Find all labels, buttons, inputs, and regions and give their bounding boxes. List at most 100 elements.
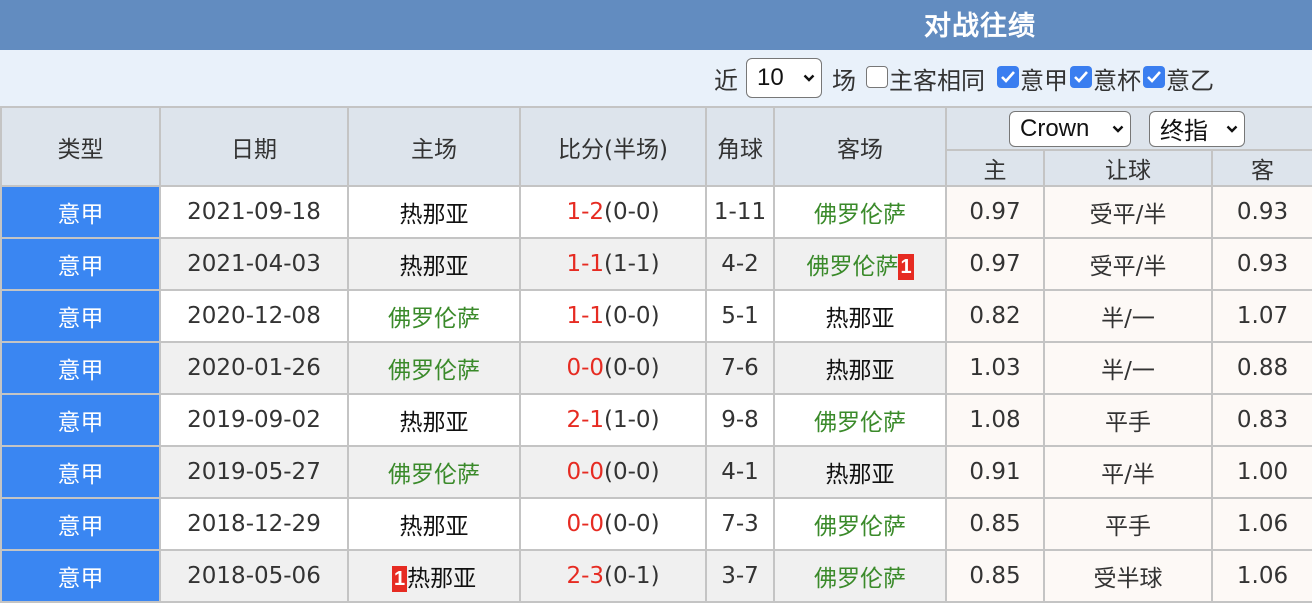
league-checkbox-serie-a[interactable]	[997, 66, 1019, 88]
home-team-name[interactable]: 热那亚	[400, 514, 469, 540]
match-type[interactable]: 意甲	[0, 341, 161, 395]
home-team[interactable]: 1热那亚	[347, 549, 521, 603]
col-odds-away: 客	[1211, 149, 1312, 187]
col-odds-home: 主	[945, 149, 1045, 187]
league-label-serie-a: 意甲	[1020, 66, 1068, 95]
match-type[interactable]: 意甲	[0, 237, 161, 291]
match-date: 2020-12-08	[159, 289, 349, 343]
home-team[interactable]: 热那亚	[347, 185, 521, 239]
away-team-name[interactable]: 佛罗伦萨	[806, 254, 898, 280]
full-time-score[interactable]: 0-0	[566, 511, 604, 537]
match-date: 2018-12-29	[159, 497, 349, 551]
col-date: 日期	[159, 106, 349, 187]
checkmark-icon	[1001, 71, 1015, 83]
match-score[interactable]: 1-1(0-0)	[519, 289, 707, 343]
full-time-score[interactable]: 1-2	[566, 199, 604, 225]
match-score[interactable]: 1-1(1-1)	[519, 237, 707, 291]
away-team[interactable]: 佛罗伦萨	[773, 393, 947, 447]
match-type[interactable]: 意甲	[0, 445, 161, 499]
home-team-name[interactable]: 热那亚	[407, 566, 476, 592]
home-team[interactable]: 佛罗伦萨	[347, 445, 521, 499]
odds-home: 0.85	[945, 497, 1045, 551]
odds-type-select-value: 终指	[1160, 118, 1208, 145]
away-team-name[interactable]: 佛罗伦萨	[814, 566, 906, 592]
league-checkbox-coppa-italia[interactable]	[1070, 66, 1092, 88]
away-team-name[interactable]: 热那亚	[826, 358, 895, 384]
home-team[interactable]: 佛罗伦萨	[347, 289, 521, 343]
match-type[interactable]: 意甲	[0, 497, 161, 551]
home-team[interactable]: 佛罗伦萨	[347, 341, 521, 395]
same-home-away-checkbox[interactable]	[866, 66, 888, 88]
match-date: 2019-09-02	[159, 393, 349, 447]
col-corners: 角球	[705, 106, 775, 187]
table-row: 意甲 2019-09-02 热那亚 2-1(1-0) 9-8 佛罗伦萨 1.08…	[0, 393, 1312, 447]
odds-away: 0.93	[1211, 237, 1312, 291]
filter-bar: 近 10 场 主客相同 意甲 意杯 意乙	[0, 50, 1312, 106]
league-checkbox-serie-b[interactable]	[1143, 66, 1165, 88]
odds-away: 0.83	[1211, 393, 1312, 447]
match-score[interactable]: 1-2(0-0)	[519, 185, 707, 239]
away-team-name[interactable]: 佛罗伦萨	[814, 202, 906, 228]
home-team-name[interactable]: 佛罗伦萨	[388, 358, 480, 384]
red-card-badge: 1	[391, 566, 408, 592]
half-time-score: (0-0)	[604, 459, 660, 485]
full-time-score[interactable]: 0-0	[566, 459, 604, 485]
handicap: 平手	[1043, 497, 1213, 551]
recent-count-select[interactable]: 10	[746, 58, 822, 98]
away-team[interactable]: 热那亚	[773, 289, 947, 343]
company-select[interactable]: Crown	[1009, 110, 1131, 147]
match-score[interactable]: 2-1(1-0)	[519, 393, 707, 447]
home-team-name[interactable]: 热那亚	[400, 254, 469, 280]
away-team[interactable]: 佛罗伦萨	[773, 497, 947, 551]
full-time-score[interactable]: 1-1	[566, 251, 604, 277]
away-team[interactable]: 佛罗伦萨	[773, 185, 947, 239]
away-team-name[interactable]: 佛罗伦萨	[814, 514, 906, 540]
corners: 7-3	[705, 497, 775, 551]
full-time-score[interactable]: 2-3	[566, 563, 604, 589]
company-select-value: Crown	[1020, 114, 1090, 142]
home-team-name[interactable]: 热那亚	[400, 410, 469, 436]
match-date: 2020-01-26	[159, 341, 349, 395]
home-team-name[interactable]: 佛罗伦萨	[388, 306, 480, 332]
recent-prefix: 近	[714, 66, 738, 95]
away-team[interactable]: 热那亚	[773, 445, 947, 499]
match-type[interactable]: 意甲	[0, 549, 161, 603]
col-home: 主场	[347, 106, 521, 187]
away-team-name[interactable]: 热那亚	[826, 462, 895, 488]
section-header: 对战往绩	[0, 0, 1312, 50]
full-time-score[interactable]: 0-0	[566, 355, 604, 381]
away-team-name[interactable]: 佛罗伦萨	[814, 410, 906, 436]
match-score[interactable]: 0-0(0-0)	[519, 497, 707, 551]
odds-home: 0.82	[945, 289, 1045, 343]
corners: 3-7	[705, 549, 775, 603]
home-team-name[interactable]: 热那亚	[400, 202, 469, 228]
red-card-badge: 1	[898, 254, 914, 280]
match-score[interactable]: 2-3(0-1)	[519, 549, 707, 603]
match-score[interactable]: 0-0(0-0)	[519, 341, 707, 395]
home-team-name[interactable]: 佛罗伦萨	[388, 462, 480, 488]
recent-count-value: 10	[757, 64, 784, 91]
full-time-score[interactable]: 1-1	[566, 303, 604, 329]
full-time-score[interactable]: 2-1	[566, 407, 604, 433]
match-type[interactable]: 意甲	[0, 289, 161, 343]
home-team[interactable]: 热那亚	[347, 237, 521, 291]
odds-away: 1.07	[1211, 289, 1312, 343]
away-team-name[interactable]: 热那亚	[826, 306, 895, 332]
home-team[interactable]: 热那亚	[347, 497, 521, 551]
away-team[interactable]: 佛罗伦萨	[773, 549, 947, 603]
home-team[interactable]: 热那亚	[347, 393, 521, 447]
away-team[interactable]: 热那亚	[773, 341, 947, 395]
odds-home: 1.03	[945, 341, 1045, 395]
corners: 1-11	[705, 185, 775, 239]
odds-home: 0.91	[945, 445, 1045, 499]
match-type[interactable]: 意甲	[0, 185, 161, 239]
handicap: 半/一	[1043, 341, 1213, 395]
match-type[interactable]: 意甲	[0, 393, 161, 447]
away-team[interactable]: 佛罗伦萨 1	[773, 237, 947, 291]
table-row: 意甲 2020-01-26 佛罗伦萨 0-0(0-0) 7-6 热那亚 1.03…	[0, 341, 1312, 395]
col-handicap: 让球	[1043, 149, 1213, 187]
odds-type-select[interactable]: 终指	[1149, 110, 1245, 147]
odds-away: 1.00	[1211, 445, 1312, 499]
match-date: 2018-05-06	[159, 549, 349, 603]
match-score[interactable]: 0-0(0-0)	[519, 445, 707, 499]
